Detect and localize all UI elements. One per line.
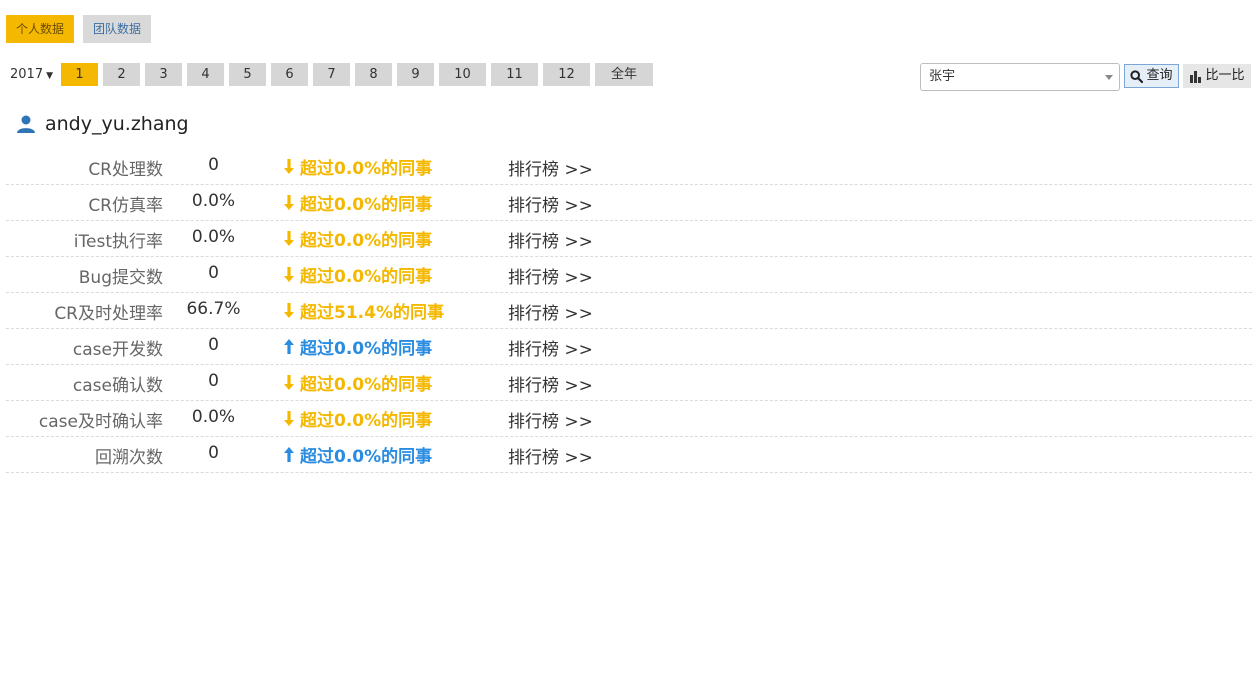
search-icon xyxy=(1130,69,1144,83)
stat-comparison: 超过0.0%的同事 xyxy=(283,154,432,179)
data-tabs: 个人数据 团队数据 xyxy=(6,15,152,43)
compare-button[interactable]: 比一比 xyxy=(1183,64,1251,88)
stat-comparison: 超过0.0%的同事 xyxy=(283,406,432,431)
arrow-down-icon xyxy=(284,231,294,246)
stat-comparison-text: 超过0.0%的同事 xyxy=(300,231,433,251)
year-label: 2017 xyxy=(10,67,44,82)
stat-comparison-text: 超过0.0%的同事 xyxy=(300,195,433,215)
stat-comparison: 超过0.0%的同事 xyxy=(283,442,432,467)
leaderboard-link[interactable]: 排行榜 >> xyxy=(508,443,593,468)
stat-comparison: 超过0.0%的同事 xyxy=(283,190,432,215)
month-filter: 2017 ▼ 1 2 3 4 5 6 7 8 9 10 11 12 全年 xyxy=(10,63,658,86)
user-icon xyxy=(17,115,35,133)
year-dropdown[interactable]: 2017 ▼ xyxy=(10,67,53,82)
stat-comparison-text: 超过0.0%的同事 xyxy=(300,375,433,395)
stat-label: CR仿真率 xyxy=(88,196,163,216)
stats-list: CR处理数 0 超过0.0%的同事 排行榜 >> CR仿真率 0.0% 超过0.0%的同事排… xyxy=(6,149,1252,473)
stat-label: Bug提交数 xyxy=(78,268,163,288)
leaderboard-link[interactable]: 排行榜 >> xyxy=(508,335,593,360)
stat-row: iTest执行率 0.0% 超过0.0%的同事 排行榜 >> xyxy=(6,221,1252,257)
stat-label: case开发数 xyxy=(72,340,163,360)
stat-value: 0.0% xyxy=(191,227,236,247)
arrow-down-icon xyxy=(284,195,294,210)
bar-chart-icon xyxy=(1190,70,1202,83)
month-button-11[interactable]: 11 xyxy=(491,63,539,86)
leaderboard-link[interactable]: 排行榜 >> xyxy=(508,371,593,396)
month-button-9[interactable]: 9 xyxy=(397,63,435,86)
stat-label: iTest执行率 xyxy=(73,232,163,252)
stat-label: 回溯次数 xyxy=(95,448,163,468)
arrow-down-icon xyxy=(284,267,294,282)
leaderboard-link[interactable]: 排行榜 >> xyxy=(508,263,593,288)
person-select[interactable]: 张宇 xyxy=(920,63,1120,91)
leaderboard-link[interactable]: 排行榜 >> xyxy=(508,191,593,216)
arrow-down-icon xyxy=(284,375,294,390)
stat-comparison-text: 超过0.0%的同事 xyxy=(300,447,433,467)
user-header: andy_yu.zhang xyxy=(16,113,189,135)
month-button-3[interactable]: 3 xyxy=(145,63,183,86)
query-button[interactable]: 查询 xyxy=(1124,64,1179,88)
stat-comparison: 超过51.4%的同事 xyxy=(283,298,444,323)
stat-comparison-text: 超过0.0%的同事 xyxy=(300,159,433,179)
stat-comparison: 超过0.0%的同事 xyxy=(283,262,432,287)
stat-label: case确认数 xyxy=(72,376,163,396)
stat-value: 66.7% xyxy=(186,299,241,319)
stat-comparison-text: 超过0.0%的同事 xyxy=(300,339,433,359)
caret-down-icon: ▼ xyxy=(46,71,54,81)
stat-comparison: 超过0.0%的同事 xyxy=(283,370,432,395)
user-name: andy_yu.zhang xyxy=(45,113,189,135)
stat-row: case开发数 0 超过0.0%的同事 排行榜 >> xyxy=(6,329,1252,365)
stat-comparison-text: 超过0.0%的同事 xyxy=(300,411,433,431)
arrow-up-icon xyxy=(284,339,294,354)
month-button-4[interactable]: 4 xyxy=(187,63,225,86)
stat-label: CR处理数 xyxy=(88,160,163,180)
stat-row: case确认数 0 超过0.0%的同事 排行榜 >> xyxy=(6,365,1252,401)
stat-comparison: 超过0.0%的同事 xyxy=(283,226,432,251)
month-button-7[interactable]: 7 xyxy=(313,63,351,86)
query-button-label: 查询 xyxy=(1146,68,1173,83)
arrow-down-icon xyxy=(284,303,294,318)
chevron-down-icon xyxy=(1105,75,1113,80)
month-button-2[interactable]: 2 xyxy=(103,63,141,86)
compare-button-label: 比一比 xyxy=(1205,68,1245,83)
stat-row: CR及时处理率 66.7% 超过51.4%的同事 排行榜 >> xyxy=(6,293,1252,329)
stat-label: case及时确认率 xyxy=(38,412,163,432)
stat-value: 0 xyxy=(208,443,219,463)
leaderboard-link[interactable]: 排行榜 >> xyxy=(508,227,593,252)
stat-row: 回溯次数 0 超过0.0%的同事 排行榜 >> xyxy=(6,437,1252,473)
arrow-down-icon xyxy=(284,411,294,426)
month-button-all-year[interactable]: 全年 xyxy=(595,63,654,86)
stat-value: 0 xyxy=(208,371,219,391)
arrow-down-icon xyxy=(284,159,294,174)
stat-row: case及时确认率 0.0% 超过0.0%的同事 排行榜 >> xyxy=(6,401,1252,437)
person-select-value: 张宇 xyxy=(929,69,956,84)
arrow-up-icon xyxy=(284,447,294,462)
stat-row: CR仿真率 0.0% 超过0.0%的同事 排行榜 >> xyxy=(6,185,1252,221)
tab-personal-data[interactable]: 个人数据 xyxy=(6,15,75,43)
stat-comparison-text: 超过51.4%的同事 xyxy=(300,303,444,323)
stat-comparison-text: 超过0.0%的同事 xyxy=(300,267,433,287)
stat-row: CR处理数 0 超过0.0%的同事 排行榜 >> xyxy=(6,149,1252,185)
stat-row: Bug提交数 0 超过0.0%的同事 排行榜 >> xyxy=(6,257,1252,293)
stat-value: 0 xyxy=(208,335,219,355)
month-button-8[interactable]: 8 xyxy=(355,63,393,86)
leaderboard-link[interactable]: 排行榜 >> xyxy=(508,299,593,324)
leaderboard-link[interactable]: 排行榜 >> xyxy=(508,155,593,180)
month-button-6[interactable]: 6 xyxy=(271,63,309,86)
month-button-12[interactable]: 12 xyxy=(543,63,591,86)
stat-label: CR及时处理率 xyxy=(54,304,163,324)
leaderboard-link[interactable]: 排行榜 >> xyxy=(508,407,593,432)
stat-value: 0.0% xyxy=(191,407,236,427)
month-button-10[interactable]: 10 xyxy=(439,63,487,86)
month-button-5[interactable]: 5 xyxy=(229,63,267,86)
stat-value: 0 xyxy=(208,155,219,175)
stat-comparison: 超过0.0%的同事 xyxy=(283,334,432,359)
month-button-1[interactable]: 1 xyxy=(61,63,99,86)
stat-value: 0.0% xyxy=(191,191,236,211)
stat-value: 0 xyxy=(208,263,219,283)
tab-team-data[interactable]: 团队数据 xyxy=(83,15,152,43)
